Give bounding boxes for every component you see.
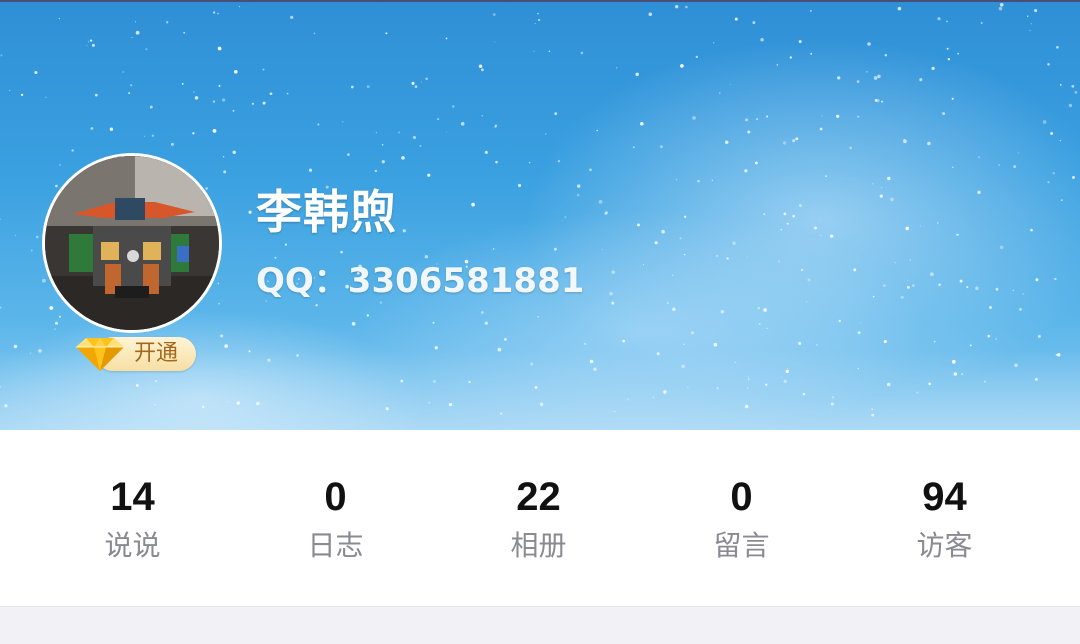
stat-shuoshuo[interactable]: 14 说说: [31, 430, 234, 606]
stat-label: 留言: [713, 529, 770, 562]
content-background: [0, 607, 1080, 644]
stat-count: 94: [922, 475, 967, 519]
vip-open-badge[interactable]: 开通: [70, 333, 198, 373]
stat-label: 访客: [916, 529, 973, 562]
avatar-photo: [45, 156, 219, 330]
stat-album[interactable]: 22 相册: [437, 430, 640, 606]
stat-count: 0: [730, 475, 753, 519]
stats-bar: 14 说说 0 日志 22 相册 0 留言 94 访客: [0, 430, 1080, 607]
stat-count: 14: [110, 475, 155, 519]
top-edge: [0, 0, 1080, 2]
stat-label: 日志: [307, 529, 364, 562]
diamond-icon: [76, 338, 124, 371]
stat-label: 相册: [510, 529, 567, 562]
avatar[interactable]: [42, 153, 222, 333]
qq-number: QQ：3306581881: [256, 261, 585, 301]
stat-label: 说说: [104, 529, 161, 562]
stat-count: 0: [324, 475, 347, 519]
stat-visitors[interactable]: 94 访客: [843, 430, 1046, 606]
vip-label: 开通: [134, 341, 179, 366]
stat-blog[interactable]: 0 日志: [234, 430, 437, 606]
stat-count: 22: [516, 475, 561, 519]
qzone-profile-page: 开通 李韩煦 QQ：3306581881 14 说说 0 日志 22 相册 0 …: [0, 0, 1080, 644]
stat-messages[interactable]: 0 留言: [640, 430, 843, 606]
user-name: 李韩煦: [256, 185, 397, 239]
